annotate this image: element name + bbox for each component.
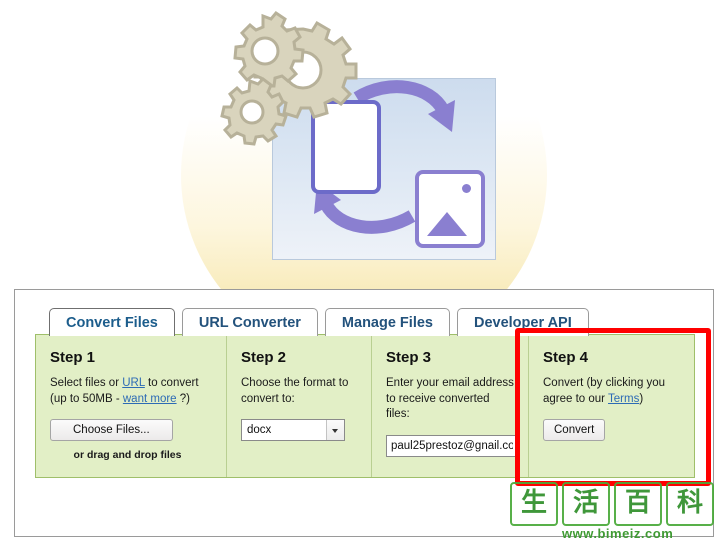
convert-button[interactable]: Convert bbox=[543, 419, 606, 442]
step-3-column: Step 3 Enter your email address to recei… bbox=[371, 335, 528, 477]
gear-medium bbox=[233, 11, 305, 88]
watermark-characters: 生 活 百 科 bbox=[510, 482, 714, 526]
drag-drop-note: or drag and drop files bbox=[73, 449, 182, 462]
step-4-column: Step 4 Convert (by clicking you agree to… bbox=[528, 335, 694, 477]
step-2-description: Choose the format to convert to: bbox=[241, 377, 349, 405]
step-1-desc-mid: to convert bbox=[144, 377, 199, 389]
tab-convert-files[interactable]: Convert Files bbox=[49, 308, 175, 336]
email-field[interactable] bbox=[386, 434, 516, 457]
format-select[interactable]: docx bbox=[241, 419, 345, 442]
choose-files-button[interactable]: Choose Files... bbox=[50, 419, 173, 442]
step-1-description: Select files or URL to convert (up to 50… bbox=[50, 376, 212, 407]
step-1-desc-line2-pre: (up to 50MB - bbox=[50, 392, 123, 405]
watermark-char-1: 生 bbox=[510, 482, 558, 526]
steps-panel: Step 1 Select files or URL to convert (u… bbox=[35, 334, 695, 478]
watermark: 生 活 百 科 www.bimeiz.com bbox=[510, 482, 722, 542]
illustration-area bbox=[0, 0, 728, 292]
terms-link[interactable]: Terms bbox=[608, 393, 639, 405]
tab-manage-files[interactable]: Manage Files bbox=[324, 308, 450, 336]
tab-bar: Convert Files URL Converter Manage Files… bbox=[49, 306, 589, 336]
step-1-desc-pre: Select files or bbox=[50, 377, 123, 389]
step-1-title: Step 1 bbox=[50, 349, 96, 366]
chevron-down-icon[interactable] bbox=[326, 420, 344, 441]
tab-developer-api[interactable]: Developer API bbox=[456, 308, 589, 336]
watermark-char-4: 科 bbox=[666, 482, 714, 526]
step-4-title: Step 4 bbox=[543, 349, 589, 366]
step-1-column: Step 1 Select files or URL to convert (u… bbox=[36, 335, 226, 477]
step-3-description: Enter your email address to receive conv… bbox=[386, 377, 514, 421]
tab-url-converter[interactable]: URL Converter bbox=[181, 308, 318, 336]
step-1-desc-line2-post: ?) bbox=[176, 392, 190, 405]
watermark-char-2: 活 bbox=[562, 482, 610, 526]
step-2-column: Step 2 Choose the format to convert to: … bbox=[226, 335, 371, 477]
step-4-desc-pre: Convert (by clicking you agree to our bbox=[543, 377, 666, 405]
step-4-desc-post: ) bbox=[639, 392, 644, 405]
gears-group bbox=[220, 11, 358, 146]
watermark-url: www.bimeiz.com bbox=[562, 526, 674, 541]
watermark-char-3: 百 bbox=[614, 482, 662, 526]
step-2-title: Step 2 bbox=[241, 349, 287, 366]
format-select-value: docx bbox=[247, 424, 272, 437]
step-3-title: Step 3 bbox=[386, 349, 432, 366]
step-4-description: Convert (by clicking you agree to our Te… bbox=[543, 376, 680, 407]
want-more-link[interactable]: want more bbox=[123, 393, 177, 405]
url-link[interactable]: URL bbox=[122, 377, 145, 389]
